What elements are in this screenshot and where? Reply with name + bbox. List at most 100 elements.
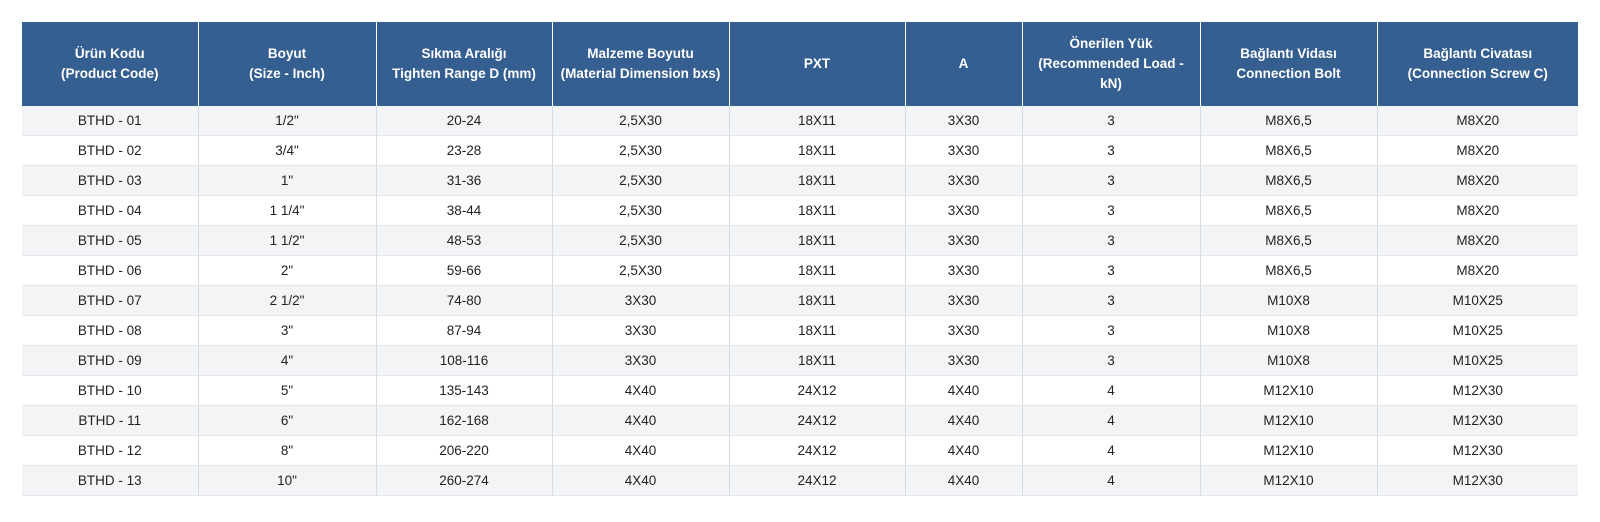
- cell-recommended-load: 3: [1022, 135, 1201, 166]
- cell-connection-bolt: M10X8: [1200, 345, 1378, 376]
- cell-connection-screw: M8X20: [1377, 225, 1578, 256]
- table-container: Ürün Kodu (Product Code) Boyut (Size - Inch…: [22, 22, 1578, 496]
- cell-connection-bolt: M8X6,5: [1200, 165, 1378, 196]
- cell-recommended-load: 3: [1022, 315, 1201, 346]
- cell-size: 3/4": [198, 135, 377, 166]
- cell-connection-bolt: M8X6,5: [1200, 255, 1378, 286]
- cell-product-code: BTHD - 02: [22, 135, 199, 166]
- cell-material-dimension: 2,5X30: [552, 225, 730, 256]
- cell-material-dimension: 3X30: [552, 345, 730, 376]
- cell-connection-screw: M10X25: [1377, 345, 1578, 376]
- cell-product-code: BTHD - 05: [22, 225, 199, 256]
- cell-product-code: BTHD - 01: [22, 106, 199, 136]
- cell-pxt: 18X11: [729, 225, 906, 256]
- column-header-line: (Material Dimension bxs): [560, 66, 721, 81]
- column-header-recommended-load: Önerilen Yük (Recommended Load - kN): [1022, 22, 1201, 106]
- cell-material-dimension: 2,5X30: [552, 195, 730, 226]
- cell-material-dimension: 2,5X30: [552, 165, 730, 196]
- column-header-line: (Size - Inch): [249, 66, 325, 81]
- cell-a: 3X30: [905, 345, 1023, 376]
- cell-recommended-load: 3: [1022, 106, 1201, 136]
- column-header-line: (Product Code): [61, 66, 159, 81]
- table-row: BTHD - 08 3" 87-94 3X30 18X11 3X30 3 M10X8 M10X2…: [22, 315, 1578, 346]
- cell-product-code: BTHD - 10: [22, 375, 199, 406]
- cell-product-code: BTHD - 06: [22, 255, 199, 286]
- cell-size: 5": [198, 375, 377, 406]
- cell-connection-bolt: M12X10: [1200, 405, 1378, 436]
- cell-pxt: 18X11: [729, 255, 906, 286]
- cell-a: 3X30: [905, 106, 1023, 136]
- cell-pxt: 24X12: [729, 405, 906, 436]
- cell-recommended-load: 3: [1022, 285, 1201, 316]
- cell-material-dimension: 4X40: [552, 375, 730, 406]
- column-header-line: Önerilen Yük: [1069, 36, 1153, 51]
- cell-connection-screw: M12X30: [1377, 465, 1578, 496]
- cell-size: 10": [198, 465, 377, 496]
- cell-recommended-load: 3: [1022, 165, 1201, 196]
- cell-tighten-range: 135-143: [376, 375, 553, 406]
- column-header-line: Boyut: [267, 46, 307, 61]
- cell-recommended-load: 4: [1022, 465, 1201, 496]
- product-spec-table: Ürün Kodu (Product Code) Boyut (Size - Inch…: [22, 22, 1578, 496]
- column-header-line: Connection Bolt: [1236, 66, 1341, 81]
- cell-material-dimension: 3X30: [552, 315, 730, 346]
- cell-connection-screw: M10X25: [1377, 285, 1578, 316]
- column-header-line: Bağlantı Civatası: [1423, 46, 1533, 61]
- column-header-connection-bolt: Bağlantı Vidası Connection Bolt: [1200, 22, 1378, 106]
- cell-recommended-load: 3: [1022, 195, 1201, 226]
- cell-tighten-range: 260-274: [376, 465, 553, 496]
- cell-recommended-load: 4: [1022, 435, 1201, 466]
- cell-size: 4": [198, 345, 377, 376]
- cell-pxt: 18X11: [729, 285, 906, 316]
- cell-material-dimension: 4X40: [552, 405, 730, 436]
- column-header-line: (Recommended Load -: [1038, 56, 1184, 71]
- cell-size: 6": [198, 405, 377, 436]
- cell-size: 8": [198, 435, 377, 466]
- table-row: BTHD - 07 2 1/2" 74-80 3X30 18X11 3X30 3 M10X8 M…: [22, 285, 1578, 316]
- cell-pxt: 24X12: [729, 435, 906, 466]
- cell-connection-screw: M12X30: [1377, 435, 1578, 466]
- cell-connection-bolt: M12X10: [1200, 465, 1378, 496]
- cell-recommended-load: 3: [1022, 345, 1201, 376]
- column-header-line: Malzeme Boyutu: [587, 46, 694, 61]
- column-header-line: Tighten Range D (mm): [392, 66, 536, 81]
- cell-size: 1 1/4": [198, 195, 377, 226]
- cell-pxt: 18X11: [729, 135, 906, 166]
- cell-size: 3": [198, 315, 377, 346]
- cell-material-dimension: 4X40: [552, 435, 730, 466]
- column-header-connection-screw: Bağlantı Civatası (Connection Screw C): [1377, 22, 1578, 106]
- cell-material-dimension: 2,5X30: [552, 106, 730, 136]
- cell-connection-bolt: M8X6,5: [1200, 106, 1378, 136]
- column-header-product-code: Ürün Kodu (Product Code): [22, 22, 199, 106]
- cell-tighten-range: 31-36: [376, 165, 553, 196]
- column-header-line: Ürün Kodu: [74, 46, 145, 61]
- table-row: BTHD - 10 5" 135-143 4X40 24X12 4X40 4 M12X10 M1…: [22, 375, 1578, 406]
- cell-product-code: BTHD - 09: [22, 345, 199, 376]
- cell-material-dimension: 2,5X30: [552, 255, 730, 286]
- cell-a: 4X40: [905, 435, 1023, 466]
- table-row: BTHD - 06 2" 59-66 2,5X30 18X11 3X30 3 M8X6,5 M8…: [22, 255, 1578, 286]
- cell-tighten-range: 74-80: [376, 285, 553, 316]
- cell-connection-bolt: M8X6,5: [1200, 225, 1378, 256]
- cell-connection-bolt: M8X6,5: [1200, 135, 1378, 166]
- cell-tighten-range: 162-168: [376, 405, 553, 436]
- cell-connection-bolt: M10X8: [1200, 285, 1378, 316]
- cell-pxt: 18X11: [729, 195, 906, 226]
- cell-product-code: BTHD - 13: [22, 465, 199, 496]
- cell-connection-screw: M8X20: [1377, 165, 1578, 196]
- cell-a: 3X30: [905, 135, 1023, 166]
- cell-tighten-range: 48-53: [376, 225, 553, 256]
- cell-connection-screw: M12X30: [1377, 375, 1578, 406]
- table-row: BTHD - 12 8" 206-220 4X40 24X12 4X40 4 M12X10 M1…: [22, 435, 1578, 466]
- cell-connection-screw: M8X20: [1377, 255, 1578, 286]
- table-row: BTHD - 04 1 1/4" 38-44 2,5X30 18X11 3X30 3 M8X6…: [22, 195, 1578, 226]
- cell-product-code: BTHD - 07: [22, 285, 199, 316]
- cell-recommended-load: 3: [1022, 255, 1201, 286]
- cell-product-code: BTHD - 04: [22, 195, 199, 226]
- cell-recommended-load: 4: [1022, 405, 1201, 436]
- cell-size: 2": [198, 255, 377, 286]
- table-row: BTHD - 01 1/2" 20-24 2,5X30 18X11 3X30 3 M8X6,5…: [22, 106, 1578, 136]
- cell-tighten-range: 23-28: [376, 135, 553, 166]
- column-header-line: (Connection Screw C): [1407, 66, 1548, 81]
- cell-product-code: BTHD - 11: [22, 405, 199, 436]
